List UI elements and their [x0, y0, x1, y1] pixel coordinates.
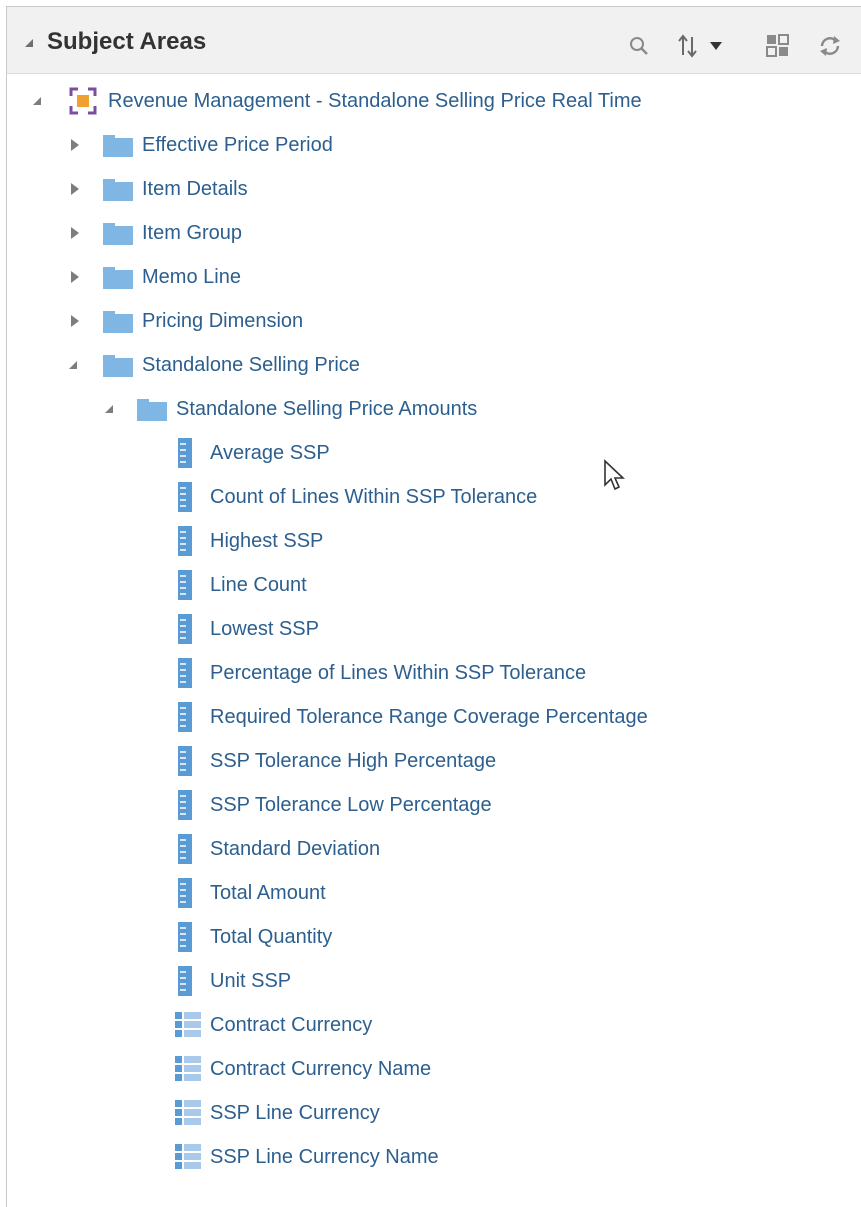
attribute-item[interactable]: SSP Line Currency: [7, 1093, 861, 1133]
measure-label[interactable]: Line Count: [210, 574, 307, 597]
measure-item[interactable]: Percentage of Lines Within SSP Tolerance: [7, 653, 861, 693]
subfolder-label[interactable]: Standalone Selling Price Amounts: [176, 398, 477, 421]
tree-root-item[interactable]: Revenue Management - Standalone Selling …: [7, 81, 861, 121]
attribute-label[interactable]: SSP Line Currency Name: [210, 1146, 439, 1169]
attribute-column-icon: [175, 1012, 201, 1043]
expand-toggle-icon[interactable]: [71, 227, 79, 239]
folder-label[interactable]: Item Group: [142, 222, 242, 245]
measure-label[interactable]: Total Quantity: [210, 926, 332, 949]
select-columns-icon[interactable]: [763, 31, 793, 61]
measure-icon: [178, 526, 192, 561]
folder-icon: [103, 179, 133, 206]
tree-folder-item[interactable]: Pricing Dimension: [7, 301, 861, 341]
folder-label[interactable]: Standalone Selling Price: [142, 354, 360, 377]
measure-item[interactable]: Lowest SSP: [7, 609, 861, 649]
measure-label[interactable]: Lowest SSP: [210, 618, 319, 641]
measure-item[interactable]: Average SSP: [7, 433, 861, 473]
measure-item[interactable]: Count of Lines Within SSP Tolerance: [7, 477, 861, 517]
tree-folder-item[interactable]: Effective Price Period: [7, 125, 861, 165]
measure-item[interactable]: Total Amount: [7, 873, 861, 913]
measure-item[interactable]: Required Tolerance Range Coverage Percen…: [7, 697, 861, 737]
expand-toggle-icon[interactable]: [33, 97, 41, 105]
measure-label[interactable]: Average SSP: [210, 442, 330, 465]
folder-label[interactable]: Pricing Dimension: [142, 310, 303, 333]
attribute-column-icon: [175, 1100, 201, 1131]
attribute-column-icon: [175, 1056, 201, 1087]
folder-icon: [103, 267, 133, 294]
measure-item[interactable]: Line Count: [7, 565, 861, 605]
expand-toggle-icon[interactable]: [71, 271, 79, 283]
measure-icon: [178, 482, 192, 517]
attribute-label[interactable]: Contract Currency Name: [210, 1058, 431, 1081]
folder-label[interactable]: Effective Price Period: [142, 134, 333, 157]
measure-label[interactable]: SSP Tolerance High Percentage: [210, 750, 496, 773]
measure-label[interactable]: Count of Lines Within SSP Tolerance: [210, 486, 537, 509]
tree-root-label[interactable]: Revenue Management - Standalone Selling …: [108, 90, 642, 113]
attribute-item[interactable]: SSP Line Currency Name: [7, 1137, 861, 1177]
measure-item[interactable]: Highest SSP: [7, 521, 861, 561]
tree-subfolder-item[interactable]: Standalone Selling Price Amounts: [7, 389, 861, 429]
tree-folder-item[interactable]: Standalone Selling Price: [7, 345, 861, 385]
mouse-pointer-icon: [603, 459, 627, 498]
measure-icon: [178, 834, 192, 869]
measure-icon: [178, 746, 192, 781]
measure-icon: [178, 658, 192, 693]
measure-icon: [178, 614, 192, 649]
measure-item[interactable]: Standard Deviation: [7, 829, 861, 869]
expand-toggle-icon[interactable]: [71, 183, 79, 195]
folder-icon: [103, 311, 133, 338]
attribute-column-icon: [175, 1144, 201, 1175]
measure-item[interactable]: SSP Tolerance High Percentage: [7, 741, 861, 781]
expand-toggle-icon[interactable]: [69, 361, 77, 369]
measure-icon: [178, 702, 192, 737]
measure-item[interactable]: Unit SSP: [7, 961, 861, 1001]
refresh-icon[interactable]: [815, 31, 845, 61]
attribute-label[interactable]: Contract Currency: [210, 1014, 372, 1037]
measure-item[interactable]: SSP Tolerance Low Percentage: [7, 785, 861, 825]
folder-icon: [103, 135, 133, 162]
collapse-panel-icon[interactable]: [25, 39, 33, 47]
subject-areas-panel: Subject Areas Revenue Management - Stand…: [6, 6, 861, 1207]
measure-icon: [178, 438, 192, 473]
dropdown-icon[interactable]: [703, 31, 729, 61]
expand-toggle-icon[interactable]: [105, 405, 113, 413]
folder-icon: [103, 223, 133, 250]
measure-icon: [178, 922, 192, 957]
measure-item[interactable]: Total Quantity: [7, 917, 861, 957]
tree-folder-item[interactable]: Item Group: [7, 213, 861, 253]
search-icon[interactable]: [625, 31, 653, 61]
attribute-label[interactable]: SSP Line Currency: [210, 1102, 380, 1125]
attribute-item[interactable]: Contract Currency Name: [7, 1049, 861, 1089]
measure-label[interactable]: Unit SSP: [210, 970, 291, 993]
measure-icon: [178, 790, 192, 825]
measure-label[interactable]: Standard Deviation: [210, 838, 380, 861]
measure-icon: [178, 570, 192, 605]
tree-folder-item[interactable]: Item Details: [7, 169, 861, 209]
expand-toggle-icon[interactable]: [71, 139, 79, 151]
panel-title: Subject Areas: [47, 28, 207, 55]
sort-icon[interactable]: [675, 31, 701, 61]
folder-icon: [137, 399, 167, 426]
subject-area-icon: [69, 87, 97, 120]
measure-label[interactable]: Highest SSP: [210, 530, 323, 553]
measure-label[interactable]: SSP Tolerance Low Percentage: [210, 794, 492, 817]
folder-icon: [103, 355, 133, 382]
folder-label[interactable]: Memo Line: [142, 266, 241, 289]
measure-icon: [178, 966, 192, 1001]
measure-label[interactable]: Percentage of Lines Within SSP Tolerance: [210, 662, 586, 685]
attribute-item[interactable]: Contract Currency: [7, 1005, 861, 1045]
measure-label[interactable]: Required Tolerance Range Coverage Percen…: [210, 706, 648, 729]
tree-folder-item[interactable]: Memo Line: [7, 257, 861, 297]
measure-label[interactable]: Total Amount: [210, 882, 326, 905]
measure-icon: [178, 878, 192, 913]
expand-toggle-icon[interactable]: [71, 315, 79, 327]
folder-label[interactable]: Item Details: [142, 178, 248, 201]
panel-header: Subject Areas: [7, 7, 861, 74]
